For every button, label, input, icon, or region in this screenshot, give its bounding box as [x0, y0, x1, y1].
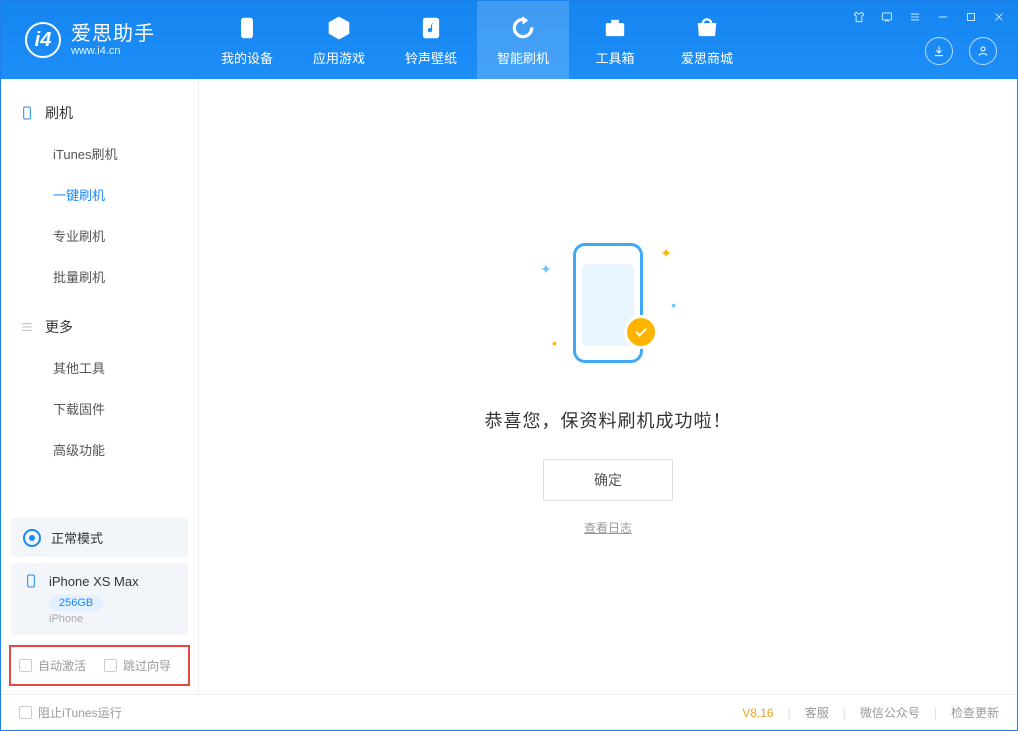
- mode-status-icon: [23, 529, 41, 547]
- highlighted-options: 自动激活 跳过向导: [9, 645, 190, 686]
- window-controls: [851, 9, 1007, 25]
- nav-label: 智能刷机: [497, 48, 549, 67]
- check-badge-icon: [624, 315, 658, 349]
- phone-small-icon: [23, 573, 39, 589]
- sidebar-item-oneclick-flash[interactable]: 一键刷机: [1, 174, 198, 215]
- refresh-shield-icon: [509, 14, 537, 42]
- sidebar: 刷机 iTunes刷机 一键刷机 专业刷机 批量刷机 更多 其他工具 下载固件 …: [1, 79, 199, 694]
- sidebar-item-batch-flash[interactable]: 批量刷机: [1, 256, 198, 297]
- sidebar-item-advanced[interactable]: 高级功能: [1, 429, 198, 470]
- menu-icon[interactable]: [907, 9, 923, 25]
- list-icon: [19, 319, 35, 335]
- sidebar-item-download-firmware[interactable]: 下载固件: [1, 388, 198, 429]
- nav-tab-apps[interactable]: 应用游戏: [293, 1, 385, 79]
- confirm-button[interactable]: 确定: [543, 459, 673, 501]
- feedback-icon[interactable]: [879, 9, 895, 25]
- checkbox-icon: [19, 659, 32, 672]
- device-icon: [19, 105, 35, 121]
- nav-label: 我的设备: [221, 48, 273, 67]
- close-icon[interactable]: [991, 9, 1007, 25]
- mode-label: 正常模式: [51, 528, 103, 547]
- nav-tab-my-device[interactable]: 我的设备: [201, 1, 293, 79]
- logo-icon: i4: [25, 22, 61, 58]
- nav-tab-smart-flash[interactable]: 智能刷机: [477, 1, 569, 79]
- sidebar-item-other-tools[interactable]: 其他工具: [1, 347, 198, 388]
- sidebar-group-more: 更多: [1, 307, 198, 347]
- toolbox-icon: [601, 14, 629, 42]
- sidebar-item-itunes-flash[interactable]: iTunes刷机: [1, 133, 198, 174]
- customer-service-link[interactable]: 客服: [805, 704, 829, 721]
- nav-label: 铃声壁纸: [405, 48, 457, 67]
- app-title: 爱思助手: [71, 23, 155, 45]
- device-type: iPhone: [49, 613, 176, 625]
- sparkle-icon: •: [671, 297, 676, 313]
- mode-box[interactable]: 正常模式: [11, 518, 188, 557]
- store-icon: [693, 14, 721, 42]
- sparkle-icon: ✦: [660, 245, 672, 262]
- logo: i4 爱思助手 www.i4.cn: [1, 22, 201, 58]
- checkbox-auto-activate[interactable]: 自动激活: [19, 657, 86, 674]
- nav-label: 爱思商城: [681, 48, 733, 67]
- maximize-icon[interactable]: [963, 9, 979, 25]
- download-icon[interactable]: [925, 37, 953, 65]
- nav-tab-ringtones[interactable]: 铃声壁纸: [385, 1, 477, 79]
- view-log-link[interactable]: 查看日志: [584, 519, 632, 536]
- sidebar-bottom: 正常模式 iPhone XS Max 256GB iPhone 自动激活: [1, 518, 198, 694]
- app-subtitle: www.i4.cn: [71, 45, 155, 57]
- checkbox-skip-guide[interactable]: 跳过向导: [104, 657, 171, 674]
- sidebar-item-pro-flash[interactable]: 专业刷机: [1, 215, 198, 256]
- checkbox-block-itunes[interactable]: 阻止iTunes运行: [19, 704, 122, 721]
- sparkle-icon: ✦: [540, 261, 552, 278]
- wechat-link[interactable]: 微信公众号: [860, 704, 920, 721]
- check-update-link[interactable]: 检查更新: [951, 704, 999, 721]
- skin-icon[interactable]: [851, 9, 867, 25]
- nav-label: 应用游戏: [313, 48, 365, 67]
- user-icon[interactable]: [969, 37, 997, 65]
- cube-icon: [325, 14, 353, 42]
- success-illustration: ✦ ✦ • •: [538, 237, 678, 377]
- header: i4 爱思助手 www.i4.cn 我的设备 应用游戏 铃声壁纸 智能刷机: [1, 1, 1017, 79]
- sidebar-group-flash: 刷机: [1, 93, 198, 133]
- header-right-actions: [925, 37, 997, 65]
- sparkle-icon: •: [552, 335, 557, 351]
- success-message: 恭喜您，保资料刷机成功啦！: [485, 407, 732, 433]
- phone-icon: [233, 14, 261, 42]
- checkbox-icon: [104, 659, 117, 672]
- device-storage: 256GB: [49, 595, 103, 611]
- device-name: iPhone XS Max: [49, 574, 139, 589]
- version-label: V8.16: [742, 706, 773, 720]
- body: 刷机 iTunes刷机 一键刷机 专业刷机 批量刷机 更多 其他工具 下载固件 …: [1, 79, 1017, 694]
- nav-tab-toolbox[interactable]: 工具箱: [569, 1, 661, 79]
- nav-tab-store[interactable]: 爱思商城: [661, 1, 753, 79]
- nav-tabs: 我的设备 应用游戏 铃声壁纸 智能刷机 工具箱 爱思商城: [201, 1, 753, 79]
- device-box[interactable]: iPhone XS Max 256GB iPhone: [11, 563, 188, 635]
- minimize-icon[interactable]: [935, 9, 951, 25]
- music-file-icon: [417, 14, 445, 42]
- checkbox-icon: [19, 706, 32, 719]
- app-window: i4 爱思助手 www.i4.cn 我的设备 应用游戏 铃声壁纸 智能刷机: [0, 0, 1018, 731]
- nav-label: 工具箱: [595, 48, 634, 67]
- footer: 阻止iTunes运行 V8.16 | 客服 | 微信公众号 | 检查更新: [1, 694, 1017, 730]
- main-content: ✦ ✦ • • 恭喜您，保资料刷机成功啦！ 确定 查看日志: [199, 79, 1017, 694]
